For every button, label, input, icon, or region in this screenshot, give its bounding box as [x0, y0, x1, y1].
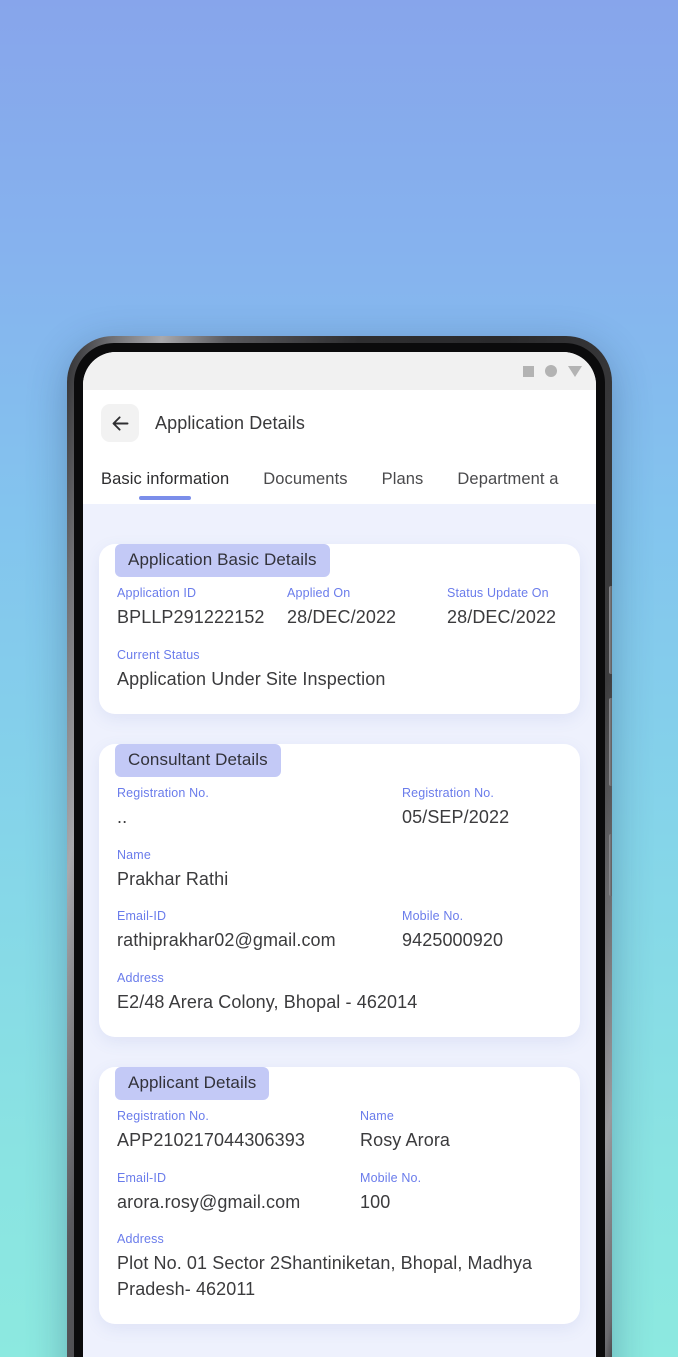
field-row: Email-ID arora.rosy@gmail.com Mobile No.… — [117, 1171, 562, 1216]
field-status-update-on: Status Update On 28/DEC/2022 — [447, 586, 562, 631]
field-value: E2/48 Arera Colony, Bhopal - 462014 — [117, 991, 418, 1012]
field-consultant-name: Name Prakhar Rathi — [117, 848, 562, 893]
back-arrow-icon — [110, 413, 131, 434]
field-row: Registration No. .. Registration No. 05/… — [117, 786, 562, 831]
field-value: APP210217044306393 — [117, 1130, 305, 1151]
field-label: Email-ID — [117, 1170, 167, 1185]
section-applicant-details: Applicant Details Registration No. APP21… — [83, 1067, 596, 1325]
field-label: Address — [117, 1232, 164, 1247]
field-applicant-registration-no: Registration No. APP210217044306393 — [117, 1109, 360, 1154]
field-label: Applied On — [287, 586, 351, 600]
section-title-badge: Consultant Details — [115, 744, 281, 778]
side-button-volume-down[interactable] — [609, 698, 612, 786]
tab-label: Documents — [263, 469, 348, 488]
field-value: rathiprakhar02@gmail.com — [117, 930, 336, 951]
field-value: 28/DEC/2022 — [287, 607, 397, 627]
field-consultant-address: Address E2/48 Arera Colony, Bhopal - 462… — [117, 971, 562, 1016]
section-application-basic-details: Application Basic Details Application ID… — [83, 544, 596, 715]
field-value: 05/SEP/2022 — [402, 807, 510, 828]
status-bar — [83, 352, 596, 390]
field-value: BPLLP291222152 — [117, 607, 265, 627]
tab-department-approvals[interactable]: Department a — [457, 456, 558, 504]
triangle-icon — [568, 365, 582, 377]
field-applicant-address: Address Plot No. 01 Sector 2Shantiniketa… — [117, 1232, 562, 1302]
app-bar: Application Details — [83, 390, 596, 456]
field-value: Plot No. 01 Sector 2Shantiniketan, Bhopa… — [117, 1253, 533, 1299]
field-value: arora.rosy@gmail.com — [117, 1191, 301, 1212]
field-label: Status Update On — [447, 586, 549, 600]
phone-bezel: Application Details Basic information Do… — [74, 343, 605, 1357]
field-applied-on: Applied On 28/DEC/2022 — [287, 586, 447, 631]
field-row: Current Status Application Under Site In… — [117, 648, 562, 693]
square-icon — [523, 365, 534, 377]
field-applicant-email: Email-ID arora.rosy@gmail.com — [117, 1171, 360, 1216]
field-applicant-name: Name Rosy Arora — [360, 1109, 562, 1154]
field-consultant-registration-no: Registration No. .. — [117, 786, 402, 831]
tab-label: Department a — [457, 469, 559, 488]
side-button-volume-up[interactable] — [609, 586, 612, 674]
field-value: 28/DEC/2022 — [447, 607, 557, 627]
field-consultant-email: Email-ID rathiprakhar02@gmail.com — [117, 909, 402, 954]
tab-label: Plans — [381, 469, 424, 488]
card-applicant-details: Registration No. APP210217044306393 Name… — [99, 1067, 580, 1325]
back-button[interactable] — [101, 404, 139, 442]
field-consultant-mobile: Mobile No. 9425000920 — [402, 909, 562, 954]
side-button-power[interactable] — [609, 834, 612, 896]
tab-active-underline — [139, 496, 192, 500]
field-value: Application Under Site Inspection — [117, 668, 386, 689]
field-row: Application ID BPLLP291222152 Applied On… — [117, 586, 562, 631]
field-value: 9425000920 — [402, 930, 504, 951]
page-title: Application Details — [155, 412, 305, 433]
field-label: Mobile No. — [402, 909, 464, 924]
field-label: Registration No. — [402, 786, 495, 801]
phone-device-frame: Application Details Basic information Do… — [67, 336, 612, 1357]
tab-bar[interactable]: Basic information Documents Plans Depart… — [83, 456, 596, 504]
field-application-id: Application ID BPLLP291222152 — [117, 586, 287, 631]
field-row: Registration No. APP210217044306393 Name… — [117, 1109, 562, 1154]
field-value: 100 — [360, 1191, 391, 1212]
tab-basic-information[interactable]: Basic information — [101, 456, 229, 504]
field-label: Name — [117, 847, 151, 862]
field-label: Registration No. — [117, 1109, 210, 1124]
field-row: Name Prakhar Rathi — [117, 848, 562, 893]
field-value: Rosy Arora — [360, 1130, 451, 1151]
tab-documents[interactable]: Documents — [263, 456, 347, 504]
field-row: Address Plot No. 01 Sector 2Shantiniketa… — [117, 1232, 562, 1302]
field-applicant-mobile: Mobile No. 100 — [360, 1171, 562, 1216]
field-label: Email-ID — [117, 909, 167, 924]
section-title-badge: Applicant Details — [115, 1067, 270, 1101]
field-consultant-registration-date: Registration No. 05/SEP/2022 — [402, 786, 562, 831]
field-label: Application ID — [117, 586, 197, 600]
card-consultant-details: Registration No. .. Registration No. 05/… — [99, 744, 580, 1038]
section-title-badge: Application Basic Details — [115, 544, 330, 577]
field-label: Name — [360, 1109, 394, 1124]
field-value: Prakhar Rathi — [117, 868, 229, 889]
field-row: Address E2/48 Arera Colony, Bhopal - 462… — [117, 971, 562, 1016]
field-label: Mobile No. — [360, 1170, 422, 1185]
tab-label: Basic information — [101, 469, 230, 488]
field-current-status: Current Status Application Under Site In… — [117, 648, 562, 693]
phone-screen: Application Details Basic information Do… — [83, 352, 596, 1357]
circle-icon — [545, 365, 557, 377]
field-row: Email-ID rathiprakhar02@gmail.com Mobile… — [117, 909, 562, 954]
tab-plans[interactable]: Plans — [382, 456, 424, 504]
details-scroll-content[interactable]: Application Basic Details Application ID… — [83, 504, 596, 1357]
section-consultant-details: Consultant Details Registration No. .. R… — [83, 744, 596, 1038]
field-label: Registration No. — [117, 786, 210, 801]
field-label: Current Status — [117, 647, 200, 662]
field-value: .. — [117, 807, 128, 828]
field-label: Address — [117, 970, 164, 985]
